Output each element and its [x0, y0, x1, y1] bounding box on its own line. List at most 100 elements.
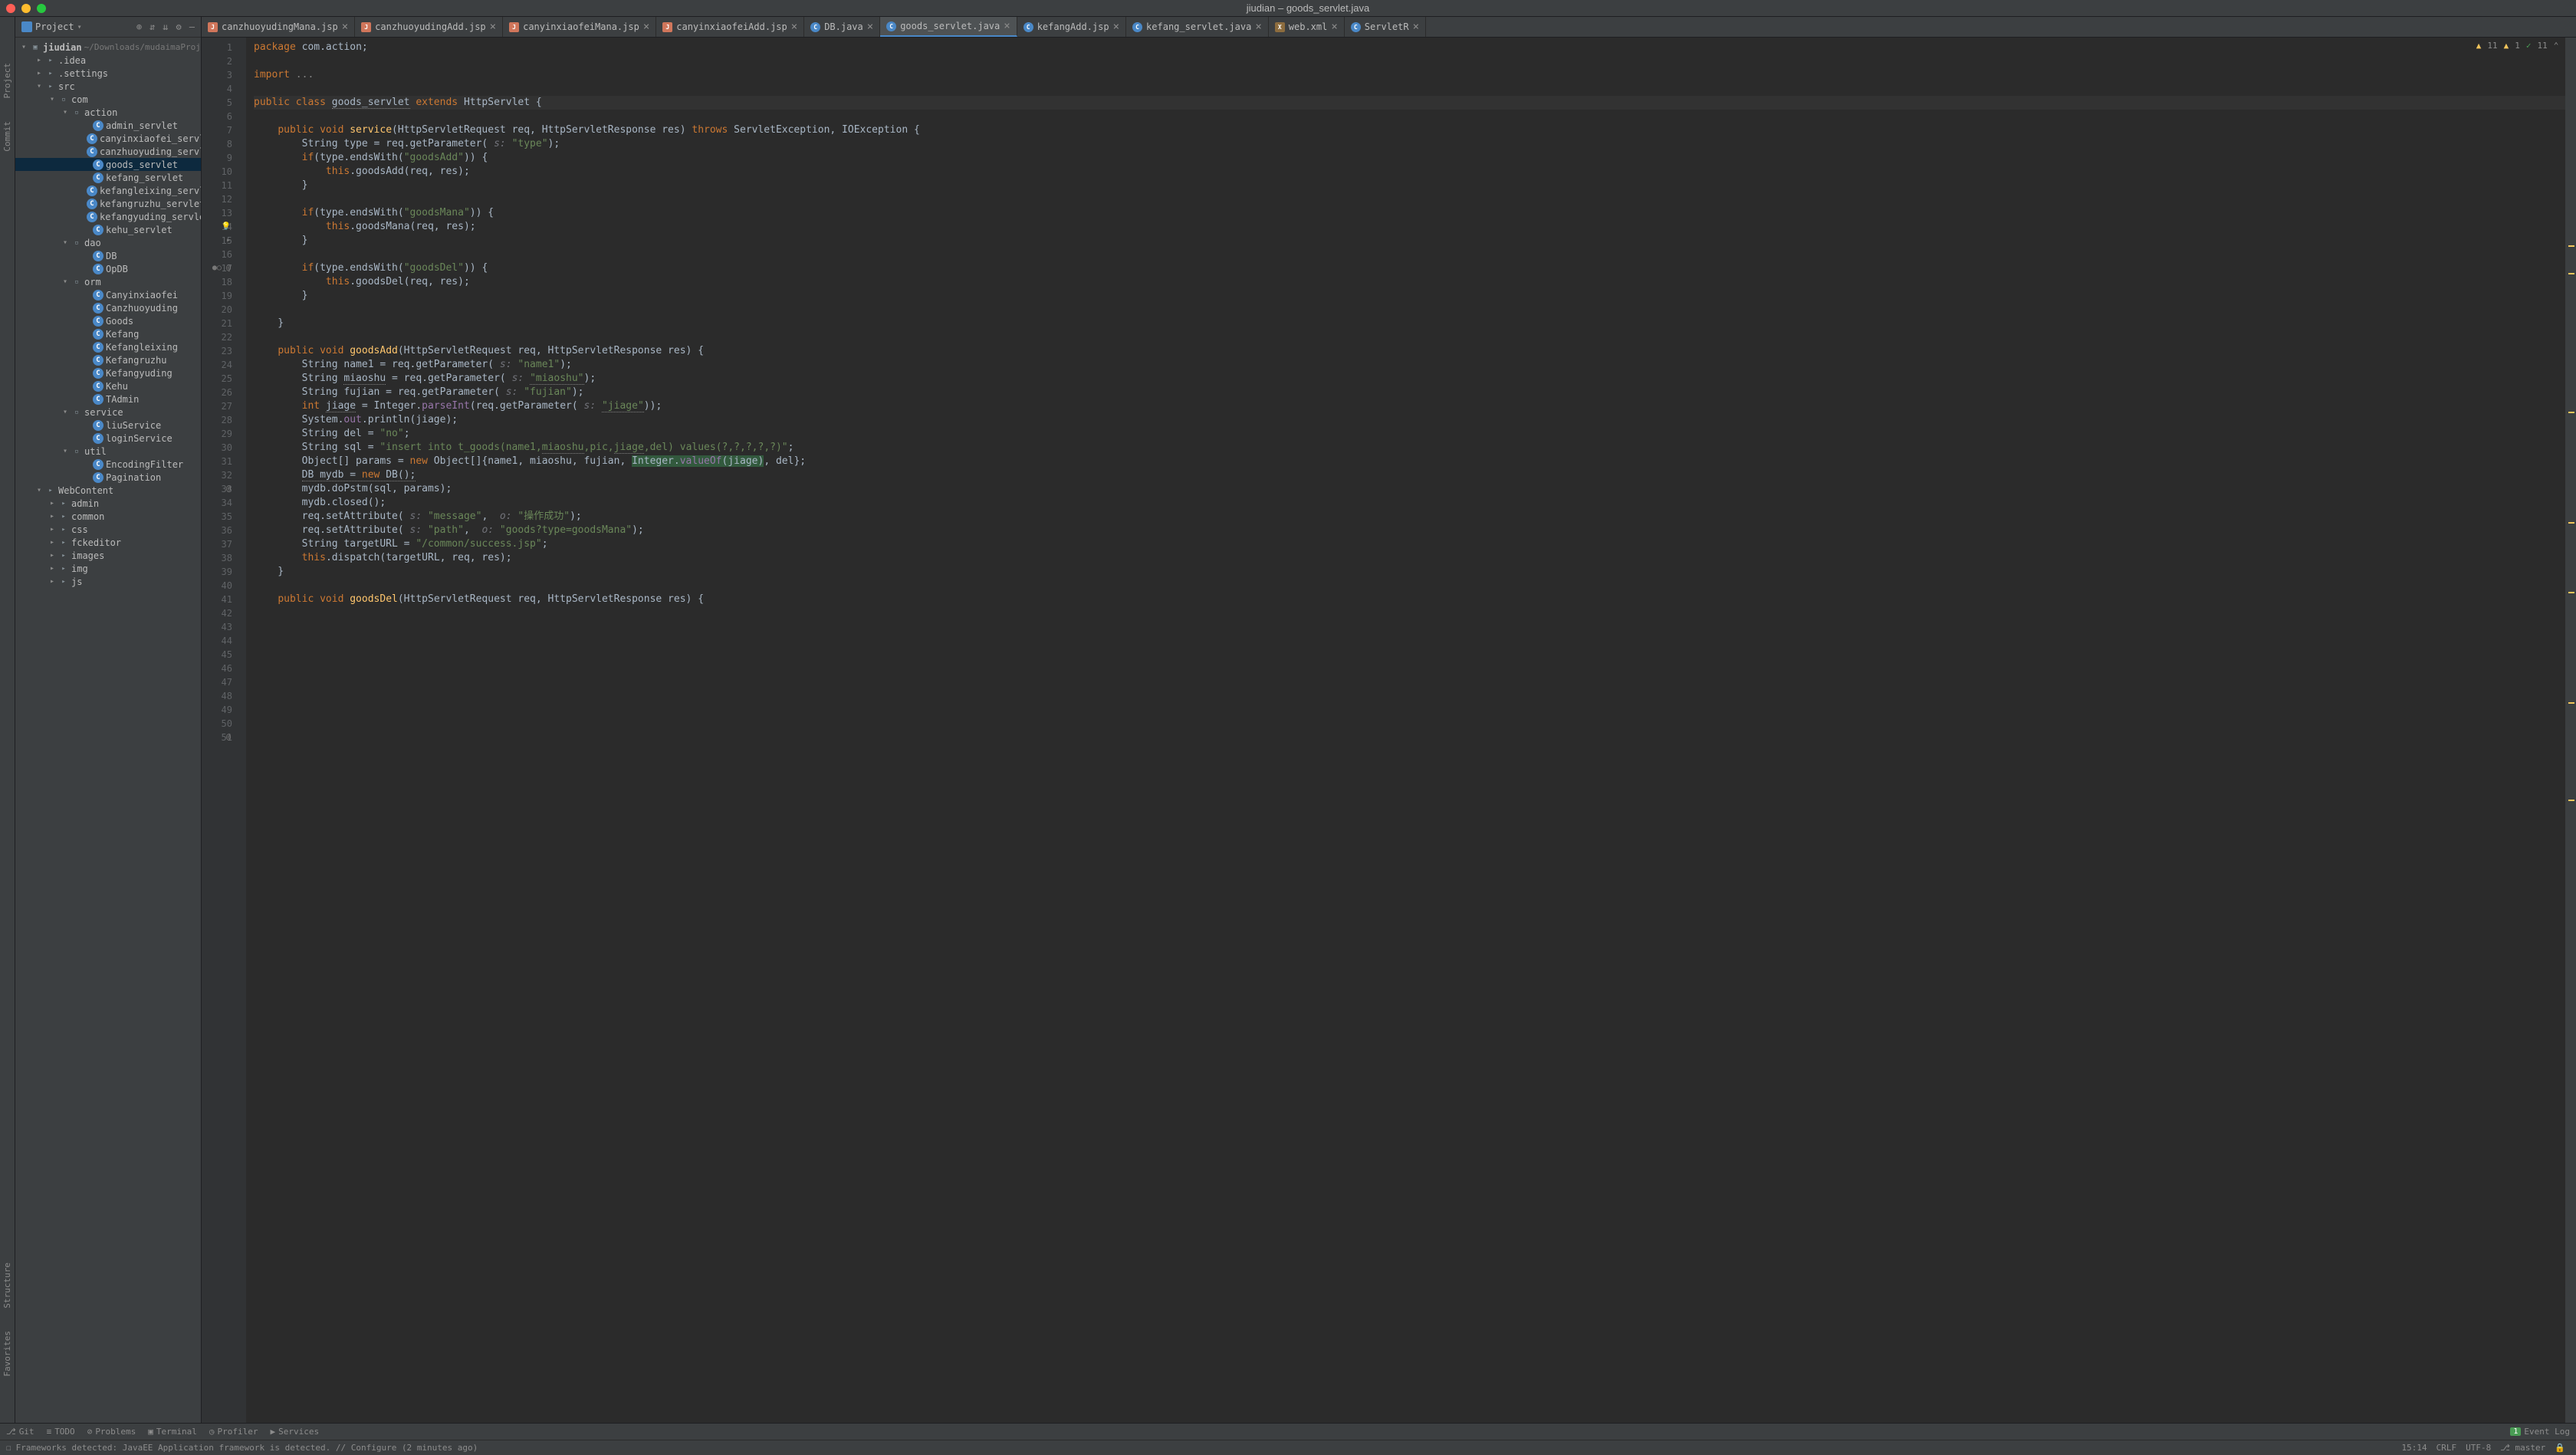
expand-all-icon[interactable]: ⇵ [150, 21, 155, 32]
tree-item[interactable]: ▾▸WebContent [15, 484, 201, 497]
tree-item[interactable]: ▸▸css [15, 523, 201, 536]
git-tool-button[interactable]: ⎇Git [6, 1427, 34, 1437]
tree-item[interactable]: ▸▸img [15, 562, 201, 575]
tree-item[interactable]: ▾▫action [15, 106, 201, 119]
tree-item[interactable]: ▸▸.idea [15, 54, 201, 67]
tree-item[interactable]: Ckefangruzhu_servlet [15, 197, 201, 210]
select-opened-icon[interactable]: ⊕ [136, 21, 142, 32]
close-tab-icon[interactable]: × [791, 21, 797, 33]
todo-tool-button[interactable]: ≡TODO [47, 1427, 75, 1437]
tree-item[interactable]: CloginService [15, 432, 201, 445]
close-tab-icon[interactable]: × [1004, 20, 1010, 32]
tree-item[interactable]: ▾▫orm [15, 275, 201, 288]
close-tab-icon[interactable]: × [1255, 21, 1261, 33]
editor-tab[interactable]: CServletR× [1345, 17, 1426, 37]
tab-label: canzhuoyudingMana.jsp [222, 21, 338, 32]
editor-tab[interactable]: CkefangAdd.jsp× [1017, 17, 1126, 37]
tree-item[interactable]: ▾▸src [15, 80, 201, 93]
tree-item[interactable]: CKefangleixing [15, 340, 201, 353]
close-tab-icon[interactable]: × [1331, 21, 1337, 33]
tree-item[interactable]: Cgoods_servlet [15, 158, 201, 171]
close-tab-icon[interactable]: × [342, 21, 348, 33]
tree-item[interactable]: Ccanzhuoyuding_servlet [15, 145, 201, 158]
tree-item[interactable]: Ccanyinxiaofei_servlet [15, 132, 201, 145]
tree-item[interactable]: CTAdmin [15, 392, 201, 406]
code-editor[interactable]: 1234567891011121314💡15▸1617●○ @181920212… [202, 38, 2576, 1423]
lock-icon[interactable]: 🔒 [2550, 1443, 2570, 1453]
tree-item[interactable]: CKefangruzhu [15, 353, 201, 366]
editor-tab[interactable]: Cgoods_servlet.java × [880, 17, 1017, 37]
tree-item[interactable]: ▸▸.settings [15, 67, 201, 80]
tree-item[interactable]: ▸▸common [15, 510, 201, 523]
prev-highlight-icon[interactable]: ⌃ [2554, 41, 2559, 51]
tree-item[interactable]: ▾▫com [15, 93, 201, 106]
encoding[interactable]: UTF-8 [2461, 1443, 2496, 1453]
close-tab-icon[interactable]: × [490, 21, 496, 33]
class-icon: C [93, 329, 104, 340]
tree-item[interactable]: ▾▫service [15, 406, 201, 419]
editor-tab[interactable]: Ckefang_servlet.java× [1126, 17, 1269, 37]
tree-item[interactable]: ▸▸images [15, 549, 201, 562]
close-icon[interactable] [6, 4, 15, 13]
hide-icon[interactable]: — [189, 21, 195, 32]
editor-tab[interactable]: JcanyinxiaofeiAdd.jsp× [656, 17, 804, 37]
tree-item[interactable]: CCanyinxiaofei [15, 288, 201, 301]
minimize-icon[interactable] [21, 4, 31, 13]
tree-item[interactable]: CKefang [15, 327, 201, 340]
editor-tab[interactable]: JcanyinxiaofeiMana.jsp× [503, 17, 656, 37]
tree-item[interactable]: CKehu [15, 379, 201, 392]
editor-tab[interactable]: CDB.java× [804, 17, 880, 37]
structure-tool-button[interactable]: Structure [2, 1263, 12, 1309]
project-tree[interactable]: ▾ ▣ jiudian ~/Downloads/mudaimaProj ▸▸.i… [15, 38, 201, 1423]
status-icon[interactable]: ☐ [6, 1443, 12, 1453]
cursor-position[interactable]: 15:14 [2397, 1443, 2431, 1453]
close-tab-icon[interactable]: × [867, 21, 873, 33]
tree-item[interactable]: ▸▸js [15, 575, 201, 588]
settings-icon[interactable]: ⚙ [176, 21, 182, 32]
line-sep[interactable]: CRLF [2432, 1443, 2462, 1453]
maximize-icon[interactable] [37, 4, 46, 13]
git-branch[interactable]: ⎇ master [2496, 1443, 2550, 1453]
tree-item[interactable]: ▸▸admin [15, 497, 201, 510]
tree-item[interactable]: Ckehu_servlet [15, 223, 201, 236]
tree-item[interactable]: Ckefangyuding_servlet [15, 210, 201, 223]
tree-item[interactable]: ▾▫dao [15, 236, 201, 249]
tree-item[interactable]: CDB [15, 249, 201, 262]
error-stripe[interactable] [2565, 38, 2576, 1423]
tree-item[interactable]: ▸▸fckeditor [15, 536, 201, 549]
tree-item[interactable]: CliuService [15, 419, 201, 432]
close-tab-icon[interactable]: × [643, 21, 649, 33]
tree-item[interactable]: ▾▫util [15, 445, 201, 458]
editor-tab[interactable]: Xweb.xml× [1269, 17, 1345, 37]
tree-item[interactable]: CGoods [15, 314, 201, 327]
profiler-tool-button[interactable]: ◷Profiler [209, 1427, 258, 1437]
event-log-button[interactable]: 1 Event Log [2510, 1427, 2570, 1437]
collapse-all-icon[interactable]: ⇊ [163, 21, 168, 32]
inspection-status[interactable]: ▲11 ▲1 ✓11 ⌃ ⌄ [2476, 41, 2570, 51]
tree-item[interactable]: Ckefangleixing_servlet [15, 184, 201, 197]
favorites-tool-button[interactable]: Favorites [2, 1331, 12, 1377]
tree-item[interactable]: Cadmin_servlet [15, 119, 201, 132]
tree-item[interactable]: Ckefang_servlet [15, 171, 201, 184]
java-file-icon: C [886, 21, 896, 31]
commit-tool-button[interactable]: Commit [2, 121, 12, 152]
services-tool-button[interactable]: ▶Services [271, 1427, 320, 1437]
tree-item[interactable]: CEncodingFilter [15, 458, 201, 471]
tree-item[interactable]: COpDB [15, 262, 201, 275]
editor-tab[interactable]: JcanzhuoyudingAdd.jsp× [355, 17, 503, 37]
terminal-tool-button[interactable]: ▣Terminal [148, 1427, 197, 1437]
tree-item[interactable]: CPagination [15, 471, 201, 484]
code-content[interactable]: package com.action; import ... public cl… [246, 38, 2565, 1423]
status-message: Frameworks detected: JavaEE Application … [12, 1443, 483, 1453]
left-tool-gutter: Project Commit Structure Favorites [0, 17, 15, 1423]
problems-tool-button[interactable]: ⊘Problems [87, 1427, 136, 1437]
tab-label: goods_servlet.java [900, 21, 1000, 31]
tree-item[interactable]: CKefangyuding [15, 366, 201, 379]
tree-item[interactable]: CCanzhuoyuding [15, 301, 201, 314]
close-tab-icon[interactable]: × [1113, 21, 1119, 33]
editor-tab[interactable]: JcanzhuoyudingMana.jsp× [202, 17, 355, 37]
java-file-icon: C [1132, 22, 1142, 32]
close-tab-icon[interactable]: × [1413, 21, 1419, 33]
tree-root[interactable]: ▾ ▣ jiudian ~/Downloads/mudaimaProj [15, 41, 201, 54]
project-tool-button[interactable]: Project [2, 63, 12, 98]
